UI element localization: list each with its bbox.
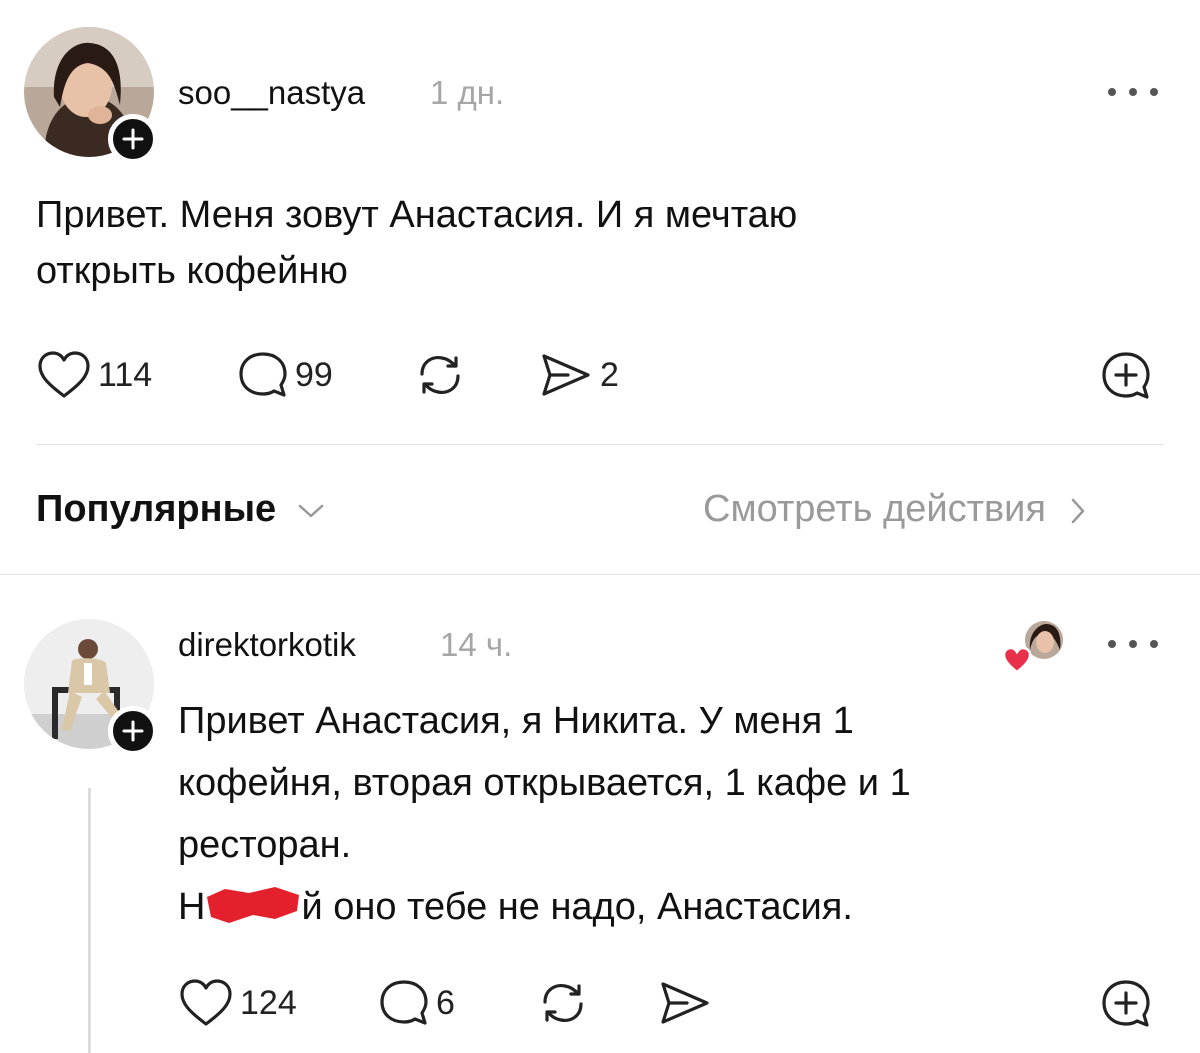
post-time: 1 дн. [430,74,505,111]
activity-label: Смотреть действия [703,488,1046,530]
heart-icon [1002,646,1032,674]
post-username[interactable]: soo__nastya [178,74,365,112]
reply-text: Привет Анастасия, я Никита. У меня 1 коф… [178,690,1158,938]
share-button[interactable]: 2 [538,350,619,400]
add-comment-button[interactable] [1100,350,1152,402]
reply-text-line: ресторан. [178,824,352,866]
heart-icon [38,351,90,398]
sort-dropdown[interactable]: Популярные [36,488,325,531]
repost-button[interactable] [414,350,466,400]
post-more-button[interactable] [1108,82,1158,102]
comment-bubble-icon [239,352,287,397]
section-divider [0,574,1200,575]
add-comment-icon [1102,352,1150,399]
plus-icon [122,720,144,742]
comment-count: 99 [295,355,333,394]
add-comment-icon [1102,980,1150,1027]
share-count: 2 [600,355,619,394]
send-icon [661,982,709,1024]
chevron-right-icon [1071,498,1084,524]
like-button[interactable]: 114 [36,350,152,400]
like-count: 114 [98,355,153,394]
reply-repost-button[interactable] [537,978,589,1028]
more-dots-icon [1108,640,1116,648]
comment-button[interactable]: 99 [237,350,333,400]
sort-label: Популярные [36,488,277,530]
reply-like-count: 124 [240,983,297,1022]
follow-button[interactable] [108,114,158,164]
reply-comment-count: 6 [436,983,455,1022]
plus-icon [122,128,144,150]
reply-text-line-last: Нй оно тебе не надо, Анастасия. [178,876,1158,938]
chevron-down-icon [298,504,323,518]
reply-text-prefix: Н [178,886,206,928]
reply-time: 14 ч. [440,626,513,663]
send-icon [542,354,590,396]
thread-line [88,788,91,1053]
heart-icon [180,979,232,1026]
view-activity-link[interactable]: Смотреть действия [703,488,1087,531]
reply-follow-button[interactable] [108,706,158,756]
post-text-line: открыть кофейню [36,250,348,292]
liked-by-author-indicator [1002,620,1064,674]
redaction-mark [205,876,301,938]
post-text-line: Привет. Меня зовут Анастасия. И я мечтаю [36,194,798,236]
post-divider [36,444,1164,445]
repost-icon [420,356,460,394]
reply-comment-button[interactable]: 6 [378,978,455,1028]
post-text: Привет. Меня зовут Анастасия. И я мечтаю… [36,187,1156,299]
reply-text-line: кофейня, вторая открывается, 1 кафе и 1 [178,762,911,804]
reply-more-button[interactable] [1108,634,1158,654]
reply-add-comment-button[interactable] [1100,978,1152,1030]
reply-text-suffix: й оно тебе не надо, Анастасия. [301,886,853,928]
reply-text-line: Привет Анастасия, я Никита. У меня 1 [178,700,854,742]
repost-icon [543,984,583,1022]
reply-like-button[interactable]: 124 [178,978,297,1028]
reply-username[interactable]: direktorkotik [178,626,356,664]
comment-bubble-icon [380,980,428,1025]
more-dots-icon [1108,88,1116,96]
reply-share-button[interactable] [657,978,713,1028]
